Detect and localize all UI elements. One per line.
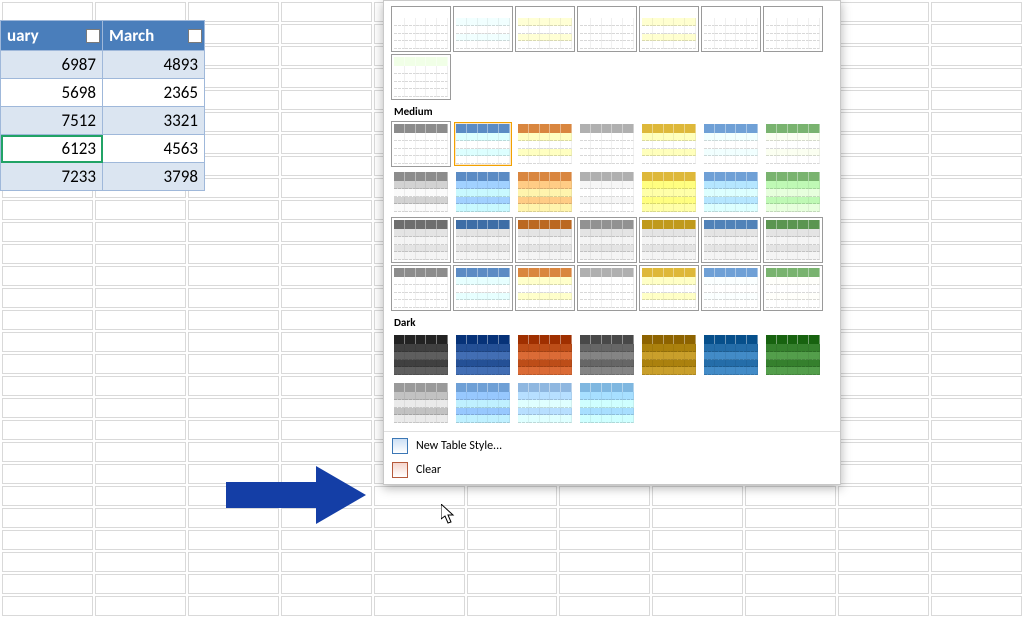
style-thumbnail[interactable] <box>454 381 512 425</box>
style-thumbnail[interactable] <box>640 122 698 166</box>
style-thumbnail[interactable] <box>454 333 512 377</box>
cell[interactable]: 7512 <box>1 107 103 135</box>
style-thumbnail[interactable] <box>392 218 450 262</box>
style-thumbnail[interactable] <box>578 333 636 377</box>
style-thumbnail[interactable] <box>764 122 822 166</box>
style-thumbnail[interactable] <box>392 266 450 310</box>
style-thumbnail[interactable] <box>640 333 698 377</box>
style-thumbnail[interactable] <box>640 218 698 262</box>
style-thumbnail[interactable] <box>640 7 698 51</box>
cell[interactable]: 4893 <box>103 51 205 79</box>
style-thumbnail[interactable] <box>578 7 636 51</box>
style-thumbnail[interactable] <box>516 170 574 214</box>
table-row[interactable]: 56982365 <box>1 79 205 107</box>
style-thumbnail[interactable] <box>702 266 760 310</box>
style-thumbnail[interactable] <box>578 381 636 425</box>
style-thumbnail[interactable] <box>392 333 450 377</box>
filter-dropdown-icon[interactable]: ▼ <box>86 29 100 43</box>
cell[interactable]: 3321 <box>103 107 205 135</box>
style-thumbnail[interactable] <box>454 7 512 51</box>
menu-label: New Table Style... <box>416 439 502 453</box>
style-thumbnail[interactable] <box>764 218 822 262</box>
style-thumbnail[interactable] <box>392 381 450 425</box>
col-header-march: March ▼ <box>103 21 205 51</box>
menu-label: Clear <box>416 463 441 477</box>
style-thumbnail[interactable] <box>702 122 760 166</box>
data-table[interactable]: uary ▼ March ▼ 6987489356982365751233216… <box>0 20 205 191</box>
table-icon <box>392 438 408 454</box>
style-thumbnail[interactable] <box>454 266 512 310</box>
style-thumbnail[interactable] <box>640 170 698 214</box>
style-thumbnail[interactable] <box>578 218 636 262</box>
style-thumbnail[interactable] <box>516 381 574 425</box>
style-thumbnail[interactable] <box>702 218 760 262</box>
style-thumbnail[interactable] <box>578 266 636 310</box>
table-row[interactable]: 61234563 <box>1 135 205 163</box>
style-thumbnail[interactable] <box>454 170 512 214</box>
style-thumbnail[interactable] <box>578 170 636 214</box>
style-thumbnail[interactable] <box>392 170 450 214</box>
style-thumbnail[interactable] <box>764 266 822 310</box>
clear-button[interactable]: Clear <box>384 458 840 482</box>
table-row[interactable]: 72333798 <box>1 163 205 191</box>
style-thumbnail[interactable] <box>454 218 512 262</box>
cell[interactable]: 2365 <box>103 79 205 107</box>
style-thumbnail[interactable] <box>764 7 822 51</box>
clear-icon <box>392 462 408 478</box>
style-thumbnail[interactable] <box>516 7 574 51</box>
style-thumbnail[interactable] <box>764 170 822 214</box>
style-thumbnail[interactable] <box>392 7 450 51</box>
cell[interactable]: 7233 <box>1 163 103 191</box>
style-thumbnail[interactable] <box>640 266 698 310</box>
style-thumbnail[interactable] <box>702 170 760 214</box>
section-label-medium: Medium <box>394 105 838 118</box>
cell[interactable]: 6123 <box>1 135 103 163</box>
style-thumbnail[interactable] <box>702 7 760 51</box>
cell[interactable]: 3798 <box>103 163 205 191</box>
style-thumbnail[interactable] <box>392 55 450 99</box>
col-header-february: uary ▼ <box>1 21 103 51</box>
style-thumbnail[interactable] <box>392 122 450 166</box>
style-thumbnail[interactable] <box>516 333 574 377</box>
style-thumbnail[interactable] <box>454 122 512 166</box>
table-row[interactable]: 75123321 <box>1 107 205 135</box>
cell[interactable]: 4563 <box>103 135 205 163</box>
style-thumbnail[interactable] <box>702 333 760 377</box>
table-styles-gallery[interactable]: Medium Dark New Table Style... Clear <box>383 0 841 485</box>
filter-dropdown-icon[interactable]: ▼ <box>188 29 202 43</box>
style-thumbnail[interactable] <box>764 333 822 377</box>
table-row[interactable]: 69874893 <box>1 51 205 79</box>
col-header-label: March <box>109 25 154 46</box>
cell[interactable]: 5698 <box>1 79 103 107</box>
style-thumbnail[interactable] <box>578 122 636 166</box>
col-header-label: uary <box>7 25 39 46</box>
cell[interactable]: 6987 <box>1 51 103 79</box>
style-thumbnail[interactable] <box>516 218 574 262</box>
style-thumbnail[interactable] <box>516 266 574 310</box>
new-table-style-button[interactable]: New Table Style... <box>384 434 840 458</box>
style-thumbnail[interactable] <box>516 122 574 166</box>
section-label-dark: Dark <box>394 316 838 329</box>
